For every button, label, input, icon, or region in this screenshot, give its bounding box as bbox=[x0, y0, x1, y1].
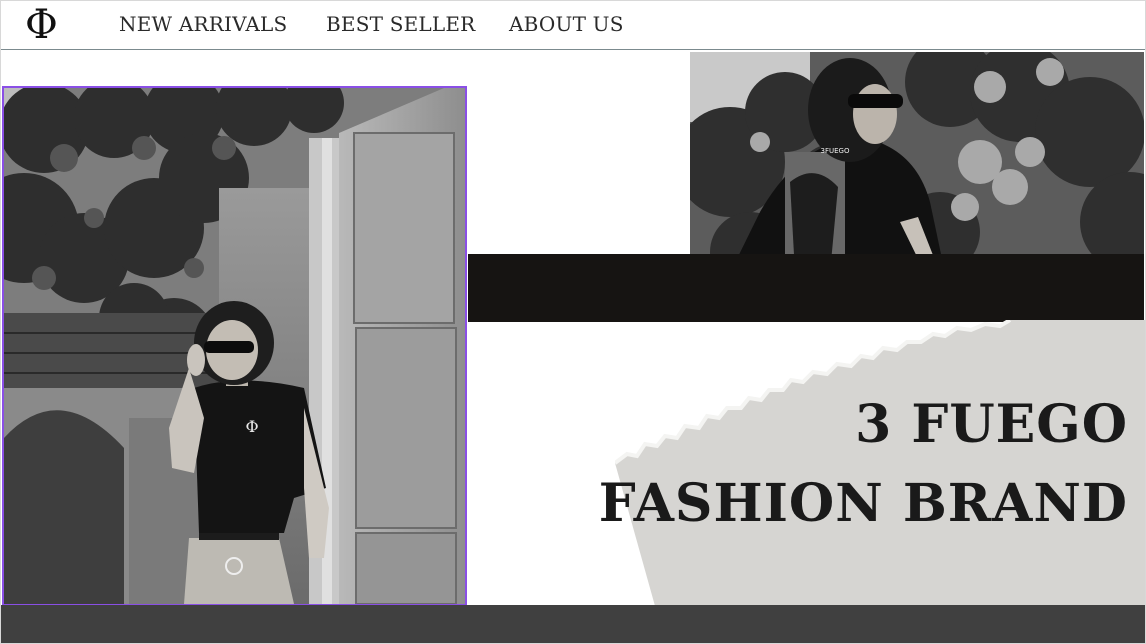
hero-photo-model-front[interactable]: Φ bbox=[2, 86, 467, 606]
hero-photo-model-back[interactable]: 3FUEGO bbox=[690, 52, 1144, 273]
torn-paper-card bbox=[615, 320, 1145, 606]
decorative-black-band bbox=[468, 254, 1144, 322]
hero-title-line2: FASHION BRAND bbox=[598, 473, 1128, 534]
shirt-print-text: 3FUEGO bbox=[821, 147, 850, 155]
top-navigation-bar: Φ NEW ARRIVALS BEST SELLER ABOUT US bbox=[1, 1, 1145, 50]
back-photo-illustration: 3FUEGO bbox=[690, 52, 1144, 273]
nav-best-seller[interactable]: BEST SELLER bbox=[326, 12, 475, 36]
nav-new-arrivals[interactable]: NEW ARRIVALS bbox=[119, 12, 287, 36]
hero-title-line1: 3 FUEGO bbox=[855, 394, 1128, 455]
hero-photo-illustration: Φ bbox=[4, 88, 465, 604]
nav-about-us[interactable]: ABOUT US bbox=[509, 12, 624, 36]
shirt-logo-text: Φ bbox=[245, 417, 258, 436]
footer-bar bbox=[1, 605, 1145, 643]
brand-logo[interactable]: Φ bbox=[25, 3, 58, 47]
